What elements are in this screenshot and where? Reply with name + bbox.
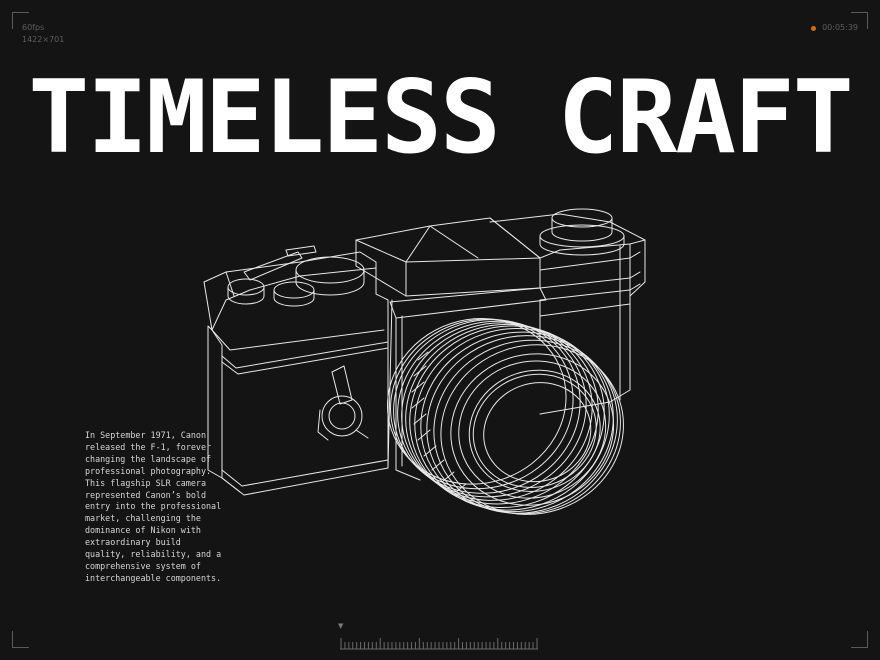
description-text: In September 1971, Canon released the F-… [85, 430, 222, 583]
recording-dot-icon [811, 25, 817, 31]
page-title: TIMELESS CRAFT [28, 58, 853, 176]
frame-corner-bottom-left [12, 631, 29, 648]
timeline-ticks [340, 638, 538, 650]
timecode-readout: 00:05:39 [822, 23, 858, 32]
resolution-readout: 1422×701 [22, 35, 65, 44]
fps-readout: 60fps [22, 23, 45, 32]
hud-stats: 60fps 1422×701 [22, 22, 64, 46]
timeline-scrubber[interactable]: ▼ [338, 622, 538, 650]
playhead-marker-icon[interactable]: ▼ [338, 622, 343, 630]
camera-wireframe-icon [203, 208, 646, 515]
hud-timecode: 00:05:39 [811, 22, 858, 34]
frame-corner-bottom-right [851, 631, 868, 648]
